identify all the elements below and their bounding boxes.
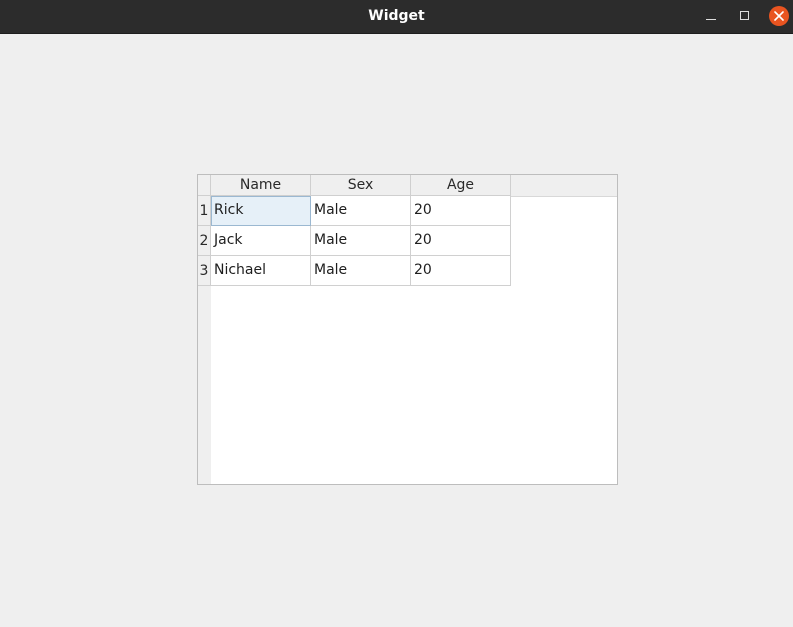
- table-cell-name[interactable]: Rick: [211, 196, 311, 226]
- window-title: Widget: [368, 8, 425, 24]
- row-header[interactable]: 1: [198, 196, 211, 226]
- title-bar: Widget: [0, 0, 793, 34]
- row-header[interactable]: 3: [198, 256, 211, 286]
- table-cell-sex[interactable]: Male: [311, 256, 411, 286]
- column-header-age[interactable]: Age: [411, 175, 511, 196]
- table-cell-age[interactable]: 20: [411, 196, 511, 226]
- table-view[interactable]: Name Sex Age 1 2 3 Rick Male 20 Jack Mal…: [197, 174, 618, 485]
- corner-button[interactable]: [198, 175, 211, 196]
- close-icon[interactable]: [769, 6, 789, 26]
- table-cell-name[interactable]: Jack: [211, 226, 311, 256]
- column-header-name[interactable]: Name: [211, 175, 311, 196]
- maximize-icon[interactable]: [735, 6, 755, 26]
- table-cell-name[interactable]: Nichael: [211, 256, 311, 286]
- minimize-icon[interactable]: [701, 6, 721, 26]
- table-cell-age[interactable]: 20: [411, 256, 511, 286]
- table-cell-sex[interactable]: Male: [311, 226, 411, 256]
- column-header-sex[interactable]: Sex: [311, 175, 411, 196]
- table-cell-sex[interactable]: Male: [311, 196, 411, 226]
- table-cell-age[interactable]: 20: [411, 226, 511, 256]
- row-header[interactable]: 2: [198, 226, 211, 256]
